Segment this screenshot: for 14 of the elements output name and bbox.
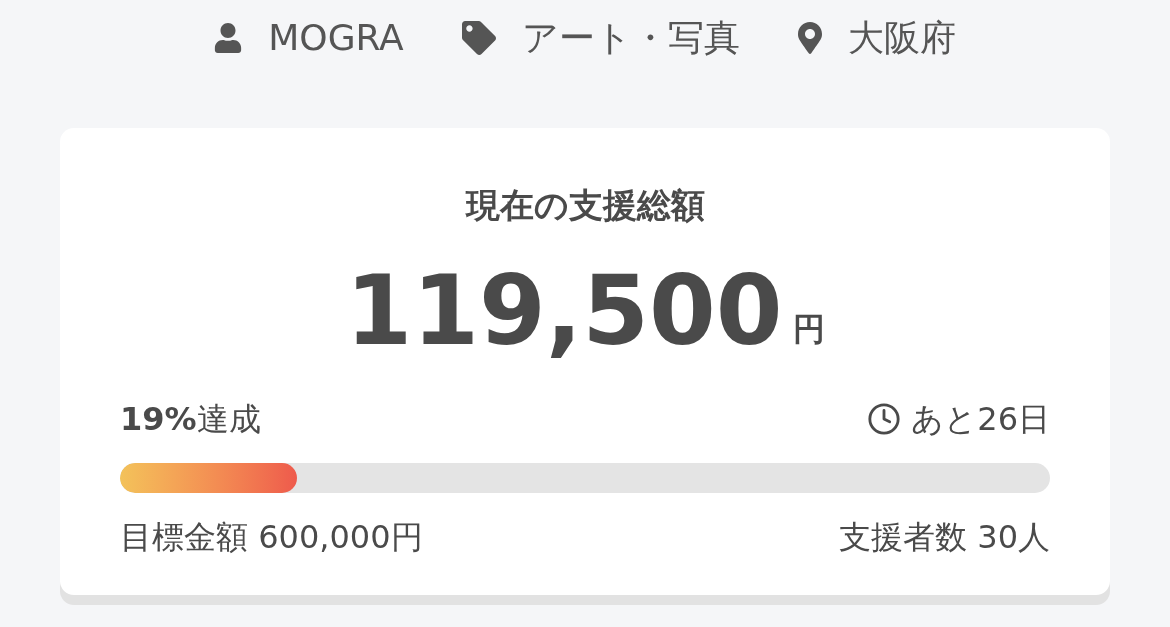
- goal-amount: 目標金額 600,000円: [120, 517, 423, 558]
- meta-label: 大阪府: [847, 16, 956, 60]
- backer-count: 支援者数 30人: [839, 517, 1050, 558]
- clock-icon: [867, 402, 902, 436]
- location-pin-icon: [797, 22, 822, 54]
- achievement-rate: 19%達成: [120, 399, 261, 440]
- meta-label: MOGRA: [268, 16, 404, 60]
- user-icon: [214, 23, 243, 53]
- card-title: 現在の支援総額: [465, 184, 705, 227]
- meta-label: アート・写真: [521, 16, 740, 60]
- days-remaining: あと26日: [911, 399, 1050, 440]
- amount-unit: 円: [792, 309, 825, 350]
- amount-value: 119,500: [345, 263, 783, 359]
- tag-icon: [461, 21, 496, 55]
